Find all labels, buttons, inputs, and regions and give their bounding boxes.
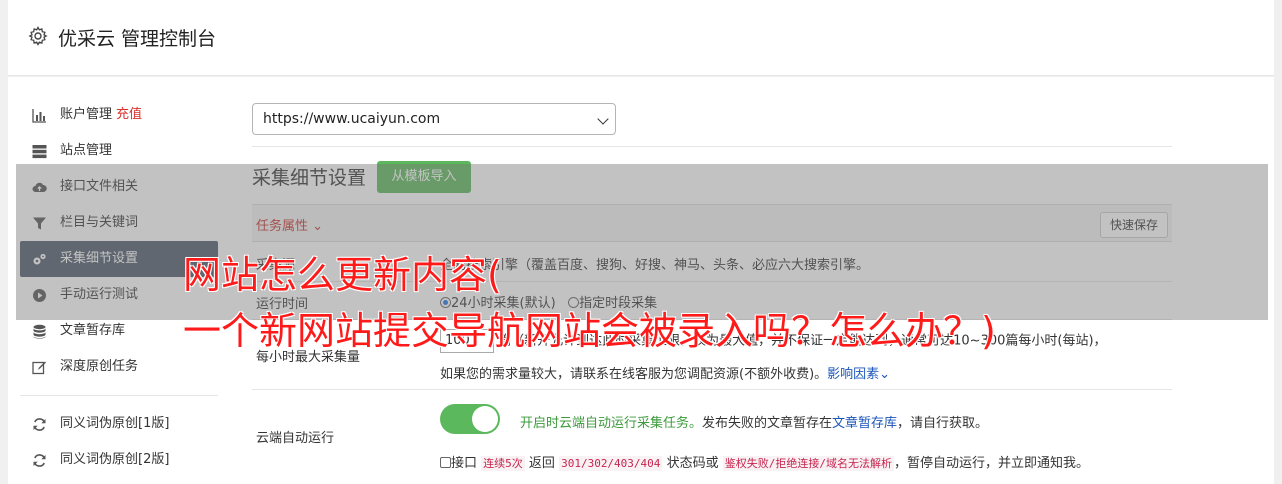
bar-chart-icon xyxy=(32,109,46,123)
chevron-down-icon xyxy=(597,113,609,125)
divider xyxy=(252,146,1172,147)
pause-rule-text: 返回 xyxy=(528,456,555,471)
sidebar-item-label: 深度原创任务 xyxy=(60,359,139,374)
cloud-run-text-b: ，请自行获取。 xyxy=(897,416,989,431)
sidebar-item-label: 站点管理 xyxy=(60,143,113,158)
pause-rule-text: 接口 xyxy=(451,456,478,471)
cloud-run-green-text: 开启时云端自动运行采集任务。 xyxy=(520,416,703,431)
max-collect-text2: 如果您的需求量较大，请联系在线客服为您调配资源(不额外收费)。 xyxy=(440,367,828,382)
gear-icon xyxy=(28,26,48,46)
impact-factors-link[interactable]: 影响因素⌄ xyxy=(827,367,890,382)
sidebar-item-label: 账户管理 xyxy=(60,107,113,122)
code-consecutive: 连续5次 xyxy=(481,456,525,471)
refresh-icon xyxy=(33,454,46,467)
max-collect-line2: 如果您的需求量较大，请联系在线客服为您调配资源(不额外收费)。影响因素⌄ xyxy=(440,363,890,382)
sidebar-divider xyxy=(20,395,218,396)
pause-rule: 接口 连续5次 返回 301/302/403/404 状态码或 鉴权失败/拒绝连… xyxy=(440,452,1089,471)
sidebar-item-account[interactable]: 账户管理 充值 xyxy=(20,97,218,133)
sidebar-item-synonym-v1[interactable]: 同义词伪原创[1版] xyxy=(20,406,218,442)
sidebar-item-label: 文章暂存库 xyxy=(60,323,126,338)
site-select[interactable]: https://www.ucaiyun.com xyxy=(252,103,616,135)
page-header: 优采云 管理控制台 xyxy=(8,0,1274,76)
cloud-run-text: 发布失败的文章暂存在 xyxy=(702,416,833,431)
pause-rule-checkbox[interactable] xyxy=(440,457,451,468)
pause-rule-text: ，暂停自动运行，并立即通知我。 xyxy=(893,456,1089,471)
code-errors: 鉴权失败/拒绝连接/域名无法解析 xyxy=(722,456,894,471)
article-store-link[interactable]: 文章暂存库 xyxy=(832,416,897,431)
sidebar-item-synonym-v2[interactable]: 同义词伪原创[2版] xyxy=(20,442,218,478)
sidebar-item-label: 同义词伪原创[1版] xyxy=(60,416,170,431)
sidebar-item-label: 同义词伪原创[2版] xyxy=(60,452,170,467)
refresh-icon xyxy=(33,418,46,431)
cloud-run-desc: 开启时云端自动运行采集任务。发布失败的文章暂存在文章暂存库，请自行获取。 xyxy=(520,412,988,431)
page-title: 优采云 管理控制台 xyxy=(58,28,217,50)
server-icon xyxy=(32,145,47,159)
overlay-title-line1: 网站怎么更新内容( xyxy=(183,253,502,297)
overlay-title-line2: 一个新网站提交导航网站会被录入吗？怎么办？) xyxy=(183,309,996,353)
row-label: 云端自动运行 xyxy=(256,431,335,446)
pause-rule-text: 状态码或 xyxy=(666,456,719,471)
cloud-run-toggle[interactable] xyxy=(440,404,500,434)
recharge-link[interactable]: 充值 xyxy=(116,107,142,122)
edit-icon xyxy=(32,361,46,375)
database-icon xyxy=(33,324,46,339)
row-cloud-run: 云端自动运行 开启时云端自动运行采集任务。发布失败的文章暂存在文章暂存库，请自行… xyxy=(252,390,1172,480)
code-status: 301/302/403/404 xyxy=(559,456,663,471)
site-select-value: https://www.ucaiyun.com xyxy=(263,111,441,127)
